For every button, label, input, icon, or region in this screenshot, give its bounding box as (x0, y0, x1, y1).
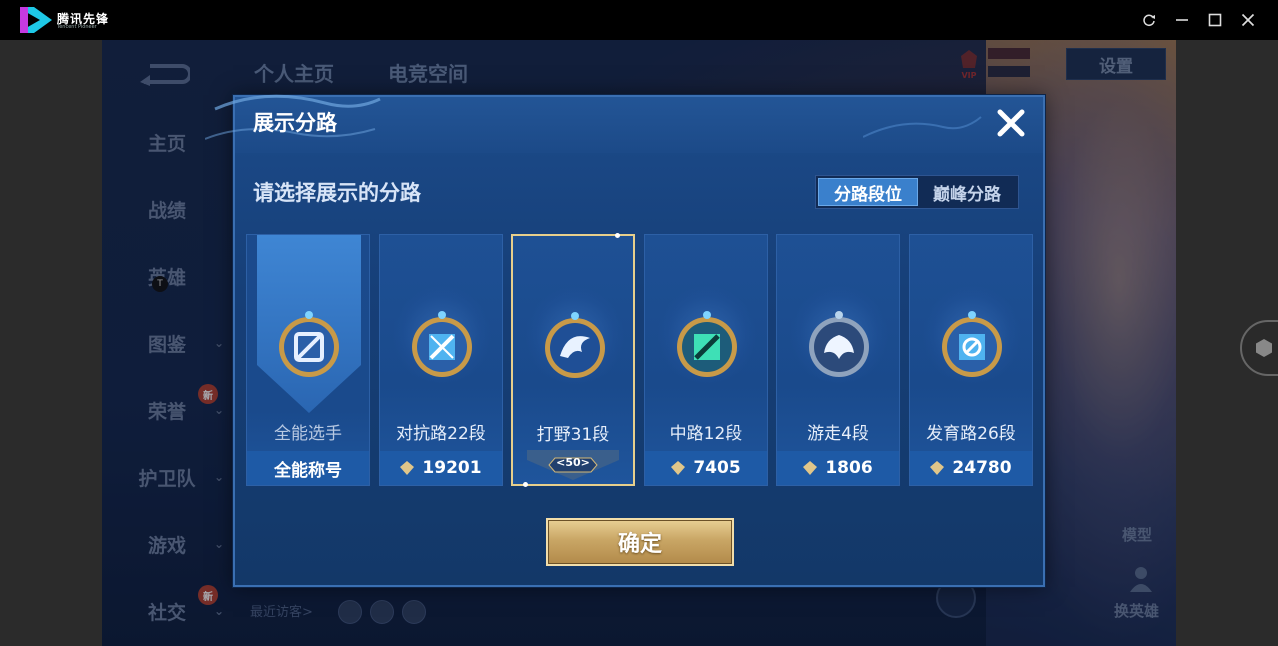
lane-card-footer: 全能称号 (247, 451, 369, 485)
points-icon (400, 461, 415, 475)
minimize-button[interactable] (1170, 8, 1194, 32)
close-icon (997, 109, 1025, 137)
corner-sparkle-icon (523, 482, 528, 487)
lane-card-points: 1806 (825, 458, 873, 478)
lane-card-title: 全能称号 (274, 460, 342, 481)
lane-card-footer: 24780 (910, 451, 1032, 485)
maximize-icon (1208, 13, 1222, 27)
cloud-ornament-icon (863, 116, 982, 138)
lane-display-modal: 展示分路 请选择展示的分路 分路段位 巅峰分路 全能选手 全能称号 对抗路22段… (205, 94, 1045, 587)
jungle-emblem-icon (545, 312, 605, 378)
modal-prompt: 请选择展示的分路 (253, 181, 421, 205)
app-subtitle: Tencent Pioneer (57, 24, 97, 30)
lane-card-footer: 1806 (777, 451, 899, 485)
tab-lane-rank[interactable]: 分路段位 (818, 178, 918, 206)
lane-card-jungle[interactable]: 打野31段 <50> (511, 233, 635, 487)
lane-card-clash[interactable]: 对抗路22段 19201 (379, 234, 503, 486)
roam-emblem-icon (809, 311, 869, 377)
points-icon (671, 461, 686, 475)
lane-card-name: 中路12段 (669, 424, 743, 444)
lane-card-name: 发育路26段 (926, 424, 1016, 444)
clash-lane-emblem-icon (412, 311, 472, 377)
lane-card-name: 全能选手 (274, 424, 342, 444)
modal-header: 展示分路 (205, 94, 1043, 153)
lane-card-name: 打野31段 (536, 425, 610, 445)
floating-side-handle[interactable] (1240, 320, 1278, 376)
allround-emblem-icon (279, 311, 339, 377)
points-icon (803, 461, 818, 475)
lane-card-footer: 19201 (380, 451, 502, 485)
lane-card-footer: 7405 (645, 451, 767, 485)
lane-card-mid[interactable]: 中路12段 7405 (644, 234, 768, 486)
farm-lane-emblem-icon (942, 311, 1002, 377)
refresh-button[interactable] (1137, 8, 1161, 32)
close-icon (1241, 13, 1255, 27)
window-close-button[interactable] (1236, 8, 1260, 32)
level-badge-text: <50> (556, 456, 590, 469)
tab-peak-lane[interactable]: 巅峰分路 (918, 178, 1016, 206)
lane-card-name: 游走4段 (807, 424, 869, 444)
lane-card-allround[interactable]: 全能选手 全能称号 (246, 234, 370, 486)
lane-mode-tabs: 分路段位 巅峰分路 (815, 175, 1019, 209)
corner-sparkle-icon (615, 233, 620, 238)
window-titlebar: 腾讯先锋 Tencent Pioneer (0, 0, 1278, 40)
modal-title: 展示分路 (253, 111, 337, 135)
lane-card-name: 对抗路22段 (396, 424, 486, 444)
mid-lane-emblem-icon (677, 311, 737, 377)
app-logo-icon (20, 7, 52, 33)
confirm-button[interactable]: 确定 (546, 518, 734, 566)
lane-card-list: 全能选手 全能称号 对抗路22段 19201 打野31段 <50> 中路12段 … (246, 233, 1034, 487)
lane-card-points: 24780 (952, 458, 1012, 478)
hexagon-icon (1256, 339, 1272, 357)
minimize-icon (1176, 19, 1188, 21)
points-icon (930, 461, 945, 475)
refresh-icon (1143, 14, 1155, 27)
maximize-button[interactable] (1203, 8, 1227, 32)
lane-card-roam[interactable]: 游走4段 1806 (776, 234, 900, 486)
modal-close-button[interactable] (993, 105, 1029, 141)
lane-card-points: 19201 (422, 458, 482, 478)
lane-card-points: 7405 (693, 458, 741, 478)
lane-card-farm[interactable]: 发育路26段 24780 (909, 234, 1033, 486)
